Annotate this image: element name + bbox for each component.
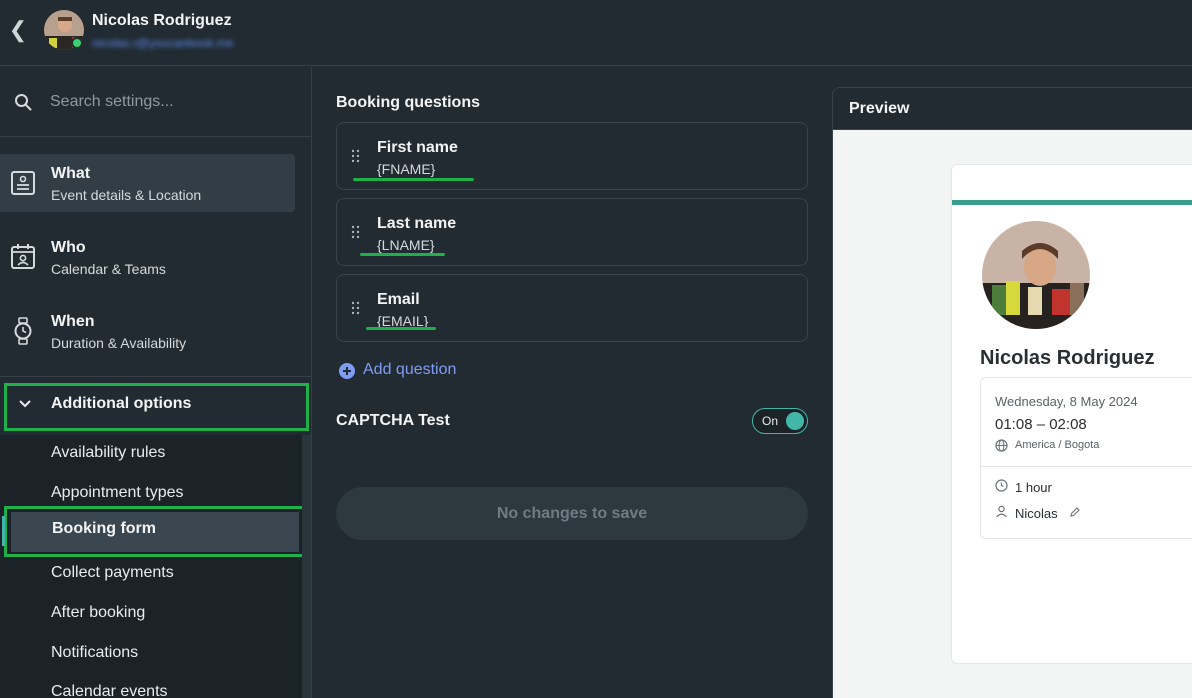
sub-item-notifications[interactable]: Notifications [51, 644, 138, 662]
search-input[interactable] [50, 89, 290, 115]
header-user-email[interactable]: nicolas.r@youcanbook.me [92, 36, 234, 50]
calendar-user-icon [11, 244, 35, 269]
sidebar-item-who[interactable]: Who Calendar & Teams [0, 228, 295, 286]
question-tag: {FNAME} [377, 161, 436, 177]
header-user-name: Nicolas Rodriguez [92, 12, 232, 29]
preview-body: Nicolas Rodriguez Wednesday, 8 May 2024 … [833, 130, 1192, 698]
sidebar-item-title: What [51, 165, 91, 182]
online-status-dot [71, 37, 83, 49]
sub-item-appointment-types[interactable]: Appointment types [51, 484, 184, 502]
search-bar [0, 67, 311, 137]
captcha-toggle[interactable]: On [752, 408, 808, 434]
booking-duration: 1 hour [1015, 480, 1052, 495]
add-question-label: Add question [363, 361, 457, 378]
sidebar-item-what[interactable]: What Event details & Location [0, 154, 295, 212]
plus-circle-icon [339, 363, 355, 379]
toggle-knob [786, 412, 804, 430]
sidebar-item-subtitle: Event details & Location [51, 187, 202, 203]
booking-host: Nicolas [1015, 506, 1058, 521]
chevron-down-icon [19, 400, 31, 408]
toggle-state-label: On [762, 414, 779, 428]
preview-header: Preview [833, 88, 1192, 130]
question-tag: {LNAME} [377, 237, 435, 253]
top-header: ❮ Nicolas Rodriguez nicolas.r@youcanbook… [0, 0, 1192, 66]
brand-accent-bar [952, 200, 1192, 205]
sub-item-after-booking[interactable]: After booking [51, 604, 145, 622]
sub-item-availability-rules[interactable]: Availability rules [51, 444, 165, 462]
question-title: First name [377, 139, 458, 156]
additional-options-list: Availability rules Appointment types Col… [0, 435, 302, 698]
sidebar-item-subtitle: Calendar & Teams [51, 261, 166, 277]
host-avatar [982, 221, 1090, 329]
watch-icon [14, 317, 32, 345]
host-name: Nicolas Rodriguez [980, 347, 1155, 369]
sidebar-item-when[interactable]: When Duration & Availability [0, 302, 295, 360]
booking-time: 01:08 – 02:08 [995, 416, 1087, 433]
sidebar-scrollbar[interactable] [302, 435, 311, 698]
search-icon [15, 94, 32, 111]
sidebar-item-title: Who [51, 239, 86, 256]
annotation-underline [360, 253, 445, 256]
booking-date: Wednesday, 8 May 2024 [995, 394, 1138, 409]
sub-item-collect-payments[interactable]: Collect payments [51, 564, 174, 582]
drag-handle-icon[interactable] [351, 149, 361, 163]
preview-panel: Preview Nicolas Rodriguez Wednesday, 8 M… [832, 87, 1192, 698]
active-indicator [2, 516, 5, 546]
drag-handle-icon[interactable] [351, 301, 361, 315]
sub-item-calendar-events[interactable]: Calendar events [51, 683, 168, 698]
clock-icon [995, 479, 1008, 492]
pencil-icon[interactable] [1069, 506, 1081, 518]
annotation-underline [353, 178, 474, 181]
booking-questions-title: Booking questions [336, 94, 480, 111]
event-details-icon [11, 171, 35, 195]
additional-options-toggle[interactable]: Additional options [4, 383, 309, 431]
drag-handle-icon[interactable] [351, 225, 361, 239]
save-button[interactable]: No changes to save [336, 487, 808, 540]
sub-item-booking-form[interactable]: Booking form [2, 506, 309, 557]
question-title: Email [377, 291, 420, 308]
booking-details-card: Wednesday, 8 May 2024 01:08 – 02:08 Amer… [980, 377, 1192, 539]
additional-options-label: Additional options [51, 395, 192, 412]
settings-sidebar: What Event details & Location Who Calend… [0, 67, 312, 698]
details-divider [981, 466, 1192, 467]
back-arrow-icon[interactable]: ❮ [8, 18, 28, 42]
booking-form-label: Booking form [52, 520, 156, 537]
sidebar-divider [0, 376, 311, 377]
globe-icon [995, 439, 1008, 452]
question-title: Last name [377, 215, 457, 232]
booking-timezone: America / Bogota [1015, 439, 1100, 451]
preview-title: Preview [849, 100, 910, 117]
captcha-label: CAPTCHA Test [336, 412, 450, 429]
sidebar-item-subtitle: Duration & Availability [51, 335, 187, 351]
annotation-underline [366, 327, 436, 330]
question-card-email[interactable]: Email {EMAIL} [336, 274, 808, 342]
user-icon [996, 505, 1007, 518]
booking-page-card: Nicolas Rodriguez Wednesday, 8 May 2024 … [951, 164, 1192, 664]
sidebar-item-title: When [51, 313, 95, 330]
